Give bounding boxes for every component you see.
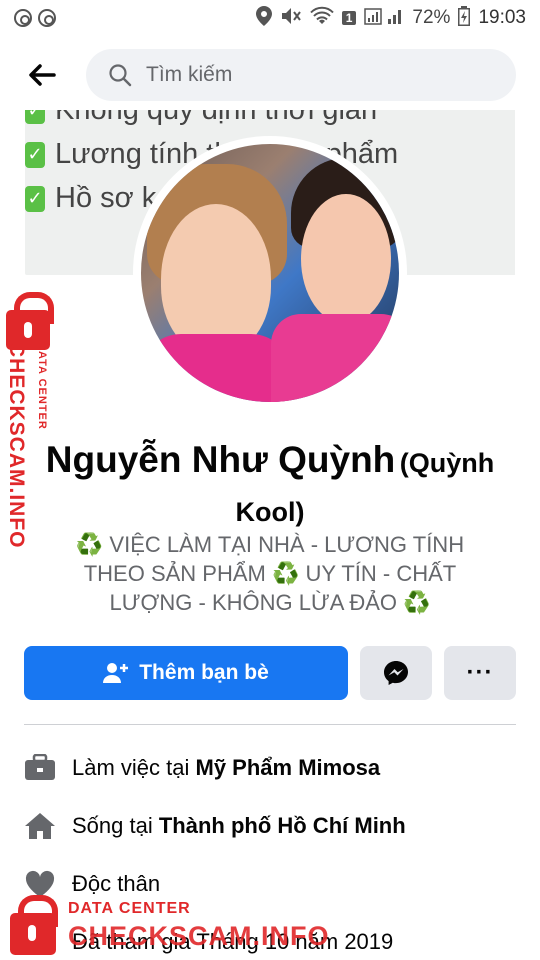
check-icon: ✓ [25,110,45,124]
location-icon [255,5,272,31]
avatar-face [301,194,391,324]
app-notification-icon [38,9,56,27]
cover-text-line: ✓ Không quy định thời gian [25,110,377,127]
avatar-shirt [141,334,291,402]
watermark-small-text: DATA CENTER [68,900,191,917]
briefcase-icon [24,752,56,784]
work-link[interactable]: Mỹ Phẩm Mimosa [196,755,381,780]
info-location: Sống tại Thành phố Hồ Chí Minh [24,806,516,846]
signal-icon [364,6,404,31]
bio-line: THEO SẢN PHẨM ♻️ UY TÍN - CHẤT [83,561,457,586]
location-link[interactable]: Thành phố Hồ Chí Minh [159,813,406,838]
watermark-big-text: CHECKSCAM.INFO [68,921,330,951]
clock: 19:03 [478,7,526,28]
message-button[interactable] [360,646,432,700]
add-friend-label: Thêm bạn bè [139,661,269,684]
divider [24,724,516,725]
profile-bio: ♻️ VIỆC LÀM TẠI NHÀ - LƯƠNG TÍNH THEO SẢ… [40,530,500,617]
search-placeholder: Tìm kiếm [146,63,233,86]
check-icon: ✓ [25,185,45,212]
bio-line: LƯỢNG - KHÔNG LỪA ĐẢO ♻️ [109,590,431,615]
lock-icon [10,895,58,955]
more-icon: ··· [466,659,494,686]
bio-line: ♻️ VIỆC LÀM TẠI NHÀ - LƯƠNG TÍNH [75,532,465,557]
status-right: 1 72% 19:03 [255,5,526,31]
location-text: Sống tại Thành phố Hồ Chí Minh [72,813,406,839]
sim-badge: 1 [341,11,357,25]
search-bar[interactable]: Tìm kiếm [86,49,516,101]
avatar-face [161,204,271,354]
notification-icons [14,9,56,27]
back-button[interactable] [18,51,66,99]
mute-icon [280,6,302,31]
battery-percent: 72% [412,7,451,28]
watermark-small-text: DATA CENTER [36,342,48,430]
add-friend-button[interactable]: Thêm bạn bè [24,646,348,700]
back-arrow-icon [29,64,56,86]
more-options-button[interactable]: ··· [444,646,516,700]
avatar-shirt [271,314,399,402]
work-prefix: Làm việc tại [72,755,196,780]
search-icon [109,64,132,87]
watermark-bottom: DATA CENTER CHECKSCAM.INFO [6,885,329,960]
top-header: Tìm kiếm [0,40,540,110]
messenger-icon [384,661,408,685]
location-prefix: Sống tại [72,813,159,838]
home-icon [24,810,56,842]
battery-icon [458,5,471,31]
add-friend-icon [103,663,129,683]
work-text: Làm việc tại Mỹ Phẩm Mimosa [72,755,380,781]
status-bar: 1 72% 19:03 [0,0,540,36]
check-icon: ✓ [25,141,45,168]
info-work: Làm việc tại Mỹ Phẩm Mimosa [24,748,516,788]
profile-avatar[interactable] [141,144,399,402]
profile-name: Nguyễn Như Quỳnh [45,439,396,480]
wifi-icon [310,6,334,31]
app-notification-icon [14,9,32,27]
profile-name-block: Nguyễn Như Quỳnh (Quỳnh Kool) [20,438,520,539]
